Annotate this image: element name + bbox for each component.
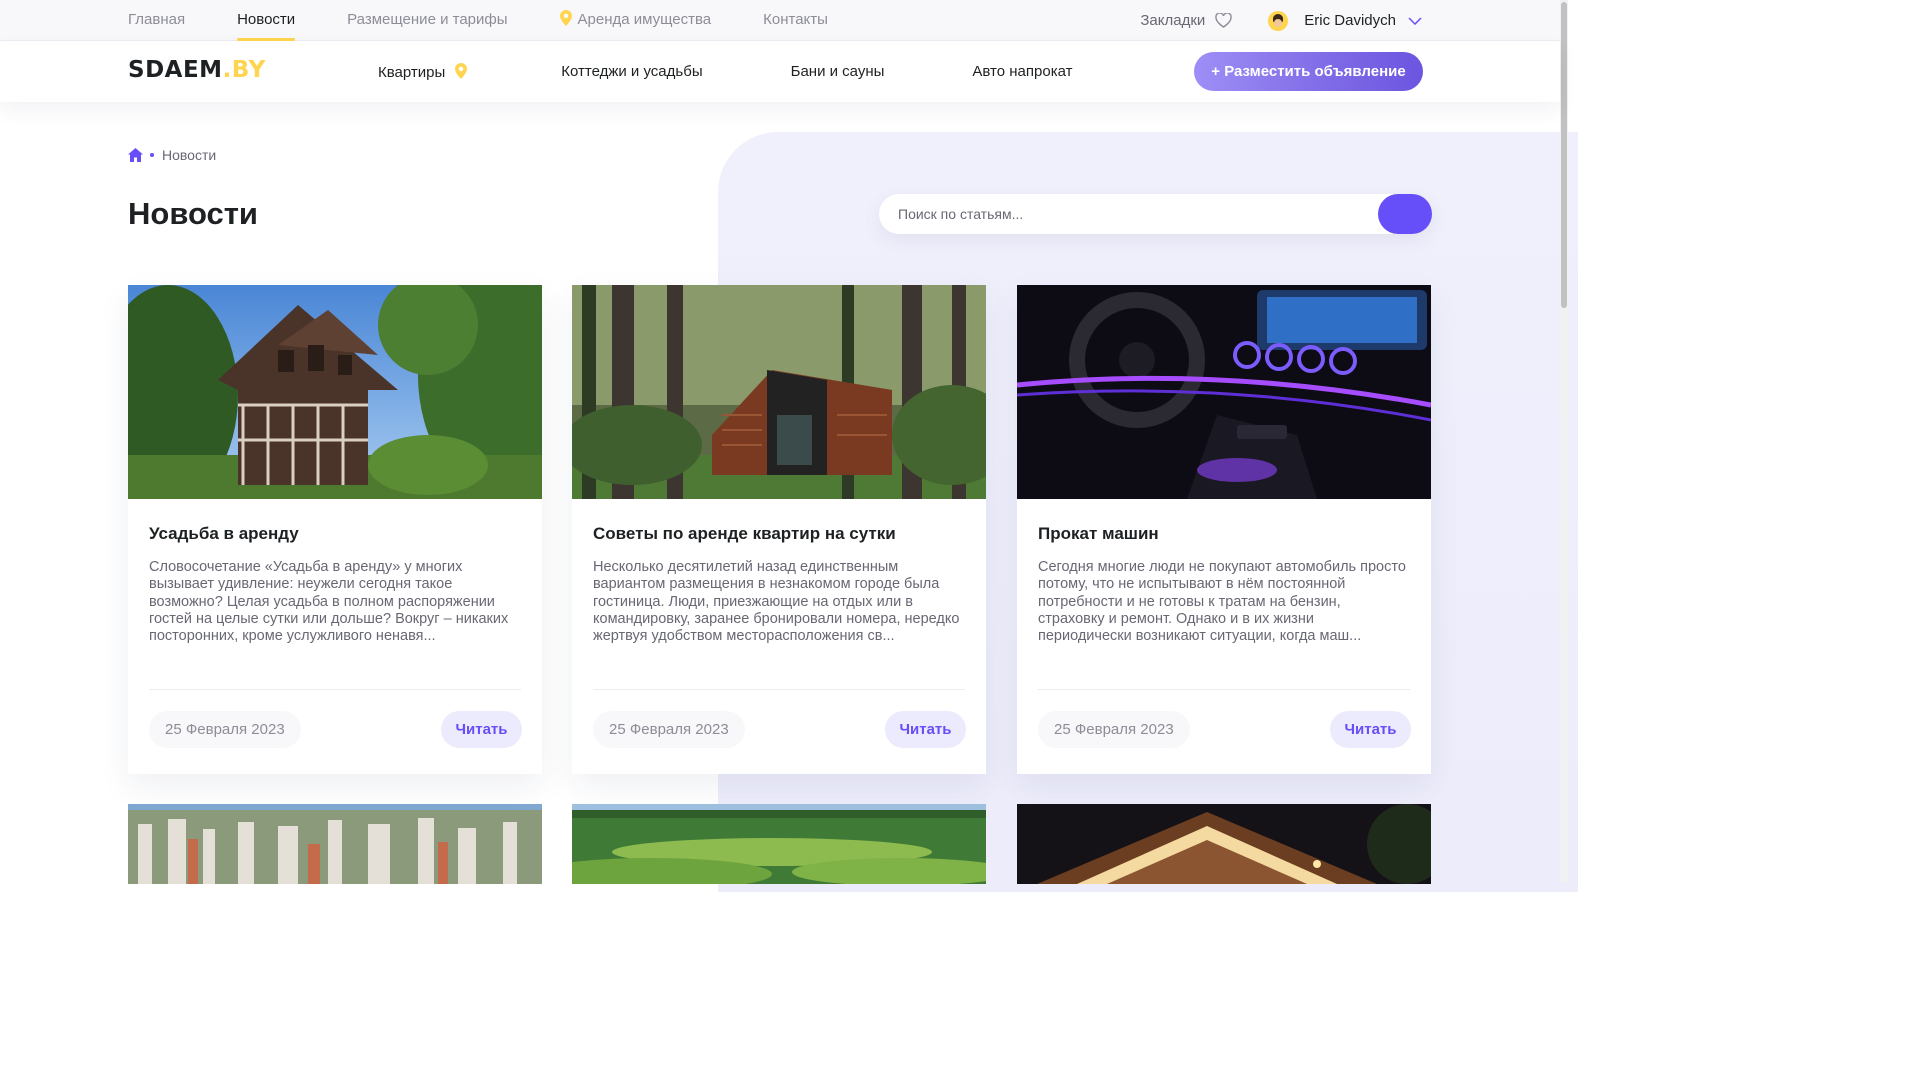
article-card[interactable]	[1017, 804, 1431, 884]
article-image-cottage[interactable]	[572, 285, 986, 499]
user-name: Eric Davidych	[1304, 12, 1396, 29]
article-excerpt: Словосочетание «Усадьба в аренду» у мног…	[149, 559, 509, 645]
logo-suffix: .BY	[222, 57, 266, 83]
main-nav-car-rental[interactable]: Авто напрокат	[972, 63, 1072, 80]
article-title[interactable]: Усадьба в аренду	[149, 524, 299, 544]
article-date: 25 Февраля 2023	[593, 711, 745, 748]
article-excerpt: Несколько десятилетий назад единственным…	[593, 559, 960, 645]
article-image-estate[interactable]	[128, 285, 542, 499]
top-nav-tariffs[interactable]: Размещение и тарифы	[347, 0, 507, 41]
chevron-down-icon	[1408, 16, 1422, 25]
card-divider	[149, 689, 521, 690]
read-button[interactable]: Читать	[1330, 711, 1411, 748]
article-image-house-night[interactable]	[1017, 804, 1431, 884]
top-bar-right: Закладки Eric Davidych	[1140, 0, 1422, 41]
breadcrumb-current: Новости	[162, 147, 217, 163]
article-search	[879, 194, 1432, 234]
card-divider	[1038, 689, 1410, 690]
post-ad-button[interactable]: + Разместить объявление	[1194, 52, 1423, 91]
article-card[interactable]	[572, 804, 986, 884]
top-bar: Главная Новости Размещение и тарифы Арен…	[0, 0, 1560, 41]
home-icon[interactable]	[128, 148, 143, 162]
top-nav-rent[interactable]: Аренда имущества	[559, 0, 712, 41]
article-image-landscape[interactable]	[572, 804, 986, 884]
breadcrumb: Новости	[128, 147, 216, 163]
avatar	[1268, 10, 1289, 31]
logo[interactable]: SDAEM.BY	[128, 57, 266, 83]
logo-main: SDAEM	[128, 57, 223, 83]
article-card[interactable]	[128, 804, 542, 884]
user-menu[interactable]: Eric Davidych	[1268, 10, 1422, 31]
top-nav-contacts[interactable]: Контакты	[763, 0, 828, 41]
heart-icon	[1215, 13, 1233, 28]
main-header: SDAEM.BY Квартиры Коттеджи и усадьбы Бан…	[0, 41, 1560, 102]
location-pin-icon	[455, 62, 468, 79]
bookmarks-label: Закладки	[1140, 12, 1206, 29]
scrollbar-thumb[interactable]	[1561, 2, 1567, 308]
read-button[interactable]: Читать	[441, 711, 522, 748]
main-nav-apartments[interactable]: Квартиры	[378, 62, 468, 81]
main-nav: Квартиры Коттеджи и усадьбы Бани и сауны…	[378, 41, 1072, 102]
read-button[interactable]: Читать	[885, 711, 966, 748]
breadcrumb-separator	[150, 153, 154, 157]
top-nav-rent-label: Аренда имущества	[577, 11, 712, 28]
article-image-car[interactable]	[1017, 285, 1431, 499]
article-title[interactable]: Прокат машин	[1038, 524, 1159, 544]
main-nav-cottages[interactable]: Коттеджи и усадьбы	[561, 63, 702, 80]
bookmarks-link[interactable]: Закладки	[1140, 12, 1233, 29]
article-date: 25 Февраля 2023	[149, 711, 301, 748]
article-date: 25 Февраля 2023	[1038, 711, 1190, 748]
top-nav-home[interactable]: Главная	[128, 0, 185, 41]
main-nav-apartments-label: Квартиры	[378, 63, 446, 81]
card-divider	[593, 689, 965, 690]
page-title: Новости	[128, 196, 258, 231]
page-scrollbar[interactable]	[1560, 0, 1568, 882]
article-card[interactable]: Усадьба в аренду Словосочетание «Усадьба…	[128, 285, 542, 774]
article-image-city[interactable]	[128, 804, 542, 884]
search-input[interactable]	[879, 194, 1377, 234]
main-nav-saunas[interactable]: Бани и сауны	[791, 63, 885, 80]
search-button[interactable]	[1378, 194, 1432, 234]
article-card[interactable]: Советы по аренде квартир на сутки Нескол…	[572, 285, 986, 774]
article-card[interactable]: Прокат машин Сегодня многие люди не поку…	[1017, 285, 1431, 774]
article-excerpt: Сегодня многие люди не покупают автомоби…	[1038, 559, 1406, 645]
article-title[interactable]: Советы по аренде квартир на сутки	[593, 524, 896, 544]
top-nav-news[interactable]: Новости	[237, 0, 296, 41]
top-nav: Главная Новости Размещение и тарифы Арен…	[128, 0, 880, 41]
location-pin-icon	[559, 10, 572, 26]
